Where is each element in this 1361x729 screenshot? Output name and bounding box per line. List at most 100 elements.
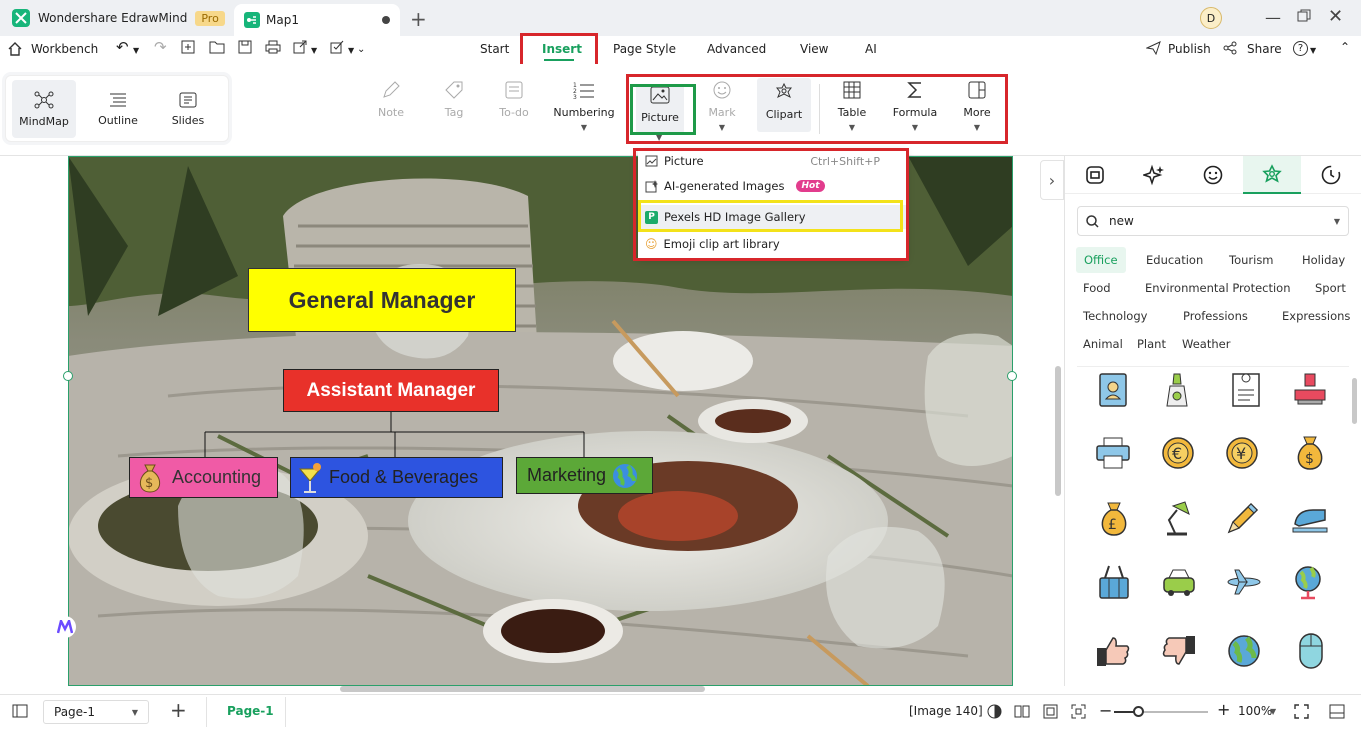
zoom-level[interactable]: 100% <box>1238 704 1272 718</box>
status-divider <box>206 697 207 727</box>
dollar-bag-icon[interactable]: $ <box>1293 434 1327 472</box>
general-manager-text: General Manager <box>288 286 476 313</box>
pexels-highlight <box>638 200 903 232</box>
category-professions[interactable]: Professions <box>1183 309 1248 323</box>
format-panel-icon[interactable] <box>1085 165 1105 185</box>
expand-panel-chevron-icon[interactable]: › <box>1040 160 1064 200</box>
accounting-text: Accounting <box>172 467 262 487</box>
euro-coin-icon[interactable]: € <box>1161 436 1195 470</box>
panel-scrollbar[interactable] <box>1352 378 1357 424</box>
desk-globe-icon[interactable] <box>1291 564 1325 600</box>
status-bar: Page-1 ▼ + Page-1 [Image 140] − + 100% ▼ <box>0 694 1361 729</box>
clipart-panel-icon <box>1262 164 1282 183</box>
yen-coin-icon[interactable]: ¥ <box>1225 436 1259 470</box>
fullscreen-icon[interactable] <box>1294 704 1309 719</box>
search-icon <box>1086 214 1099 228</box>
assistant-manager-text: Assistant Manager <box>306 379 476 401</box>
vertical-scrollbar[interactable] <box>1055 366 1061 496</box>
svg-text:€: € <box>1172 444 1182 463</box>
page-select-chevron-icon: ▼ <box>131 707 138 717</box>
ai-sparkle-icon[interactable] <box>1143 164 1165 186</box>
pound-bag-icon[interactable]: £ <box>1097 500 1131 538</box>
clipart-panel-tab[interactable] <box>1243 156 1301 194</box>
search-dropdown-icon[interactable]: ▼ <box>1334 217 1340 226</box>
category-food[interactable]: Food <box>1083 281 1111 295</box>
clipart-search-input[interactable]: new ▼ <box>1077 206 1349 236</box>
close-icon[interactable]: ✕ <box>1328 6 1343 27</box>
zoom-dropdown-icon[interactable]: ▼ <box>1270 707 1276 716</box>
svg-text:$: $ <box>1305 451 1314 467</box>
svg-text:$: $ <box>145 476 153 491</box>
image-info: [Image 140] <box>909 704 983 718</box>
category-technology[interactable]: Technology <box>1083 309 1147 323</box>
category-expressions[interactable]: Expressions <box>1282 309 1350 323</box>
minimize-icon[interactable]: — <box>1265 8 1281 27</box>
share-icon[interactable] <box>1223 41 1237 55</box>
page-select[interactable]: Page-1 ▼ <box>43 700 149 724</box>
page-select-value: Page-1 <box>54 705 96 719</box>
publish-button[interactable]: Publish <box>1168 42 1211 56</box>
thumbs-up-icon[interactable] <box>1095 634 1131 668</box>
theme-icon[interactable] <box>987 704 1002 719</box>
topic-accounting[interactable]: $ Accounting <box>129 457 278 498</box>
search-value: new <box>1109 214 1134 228</box>
earth-icon[interactable] <box>1227 634 1261 668</box>
category-office[interactable]: Office <box>1076 247 1126 273</box>
mindmap-connectors <box>204 412 585 457</box>
fit-page-icon[interactable] <box>1043 704 1058 719</box>
collapse-ribbon-icon[interactable]: ⌃ <box>1340 40 1350 54</box>
glue-icon[interactable] <box>1161 372 1193 408</box>
binder-clip-icon[interactable] <box>1097 564 1131 600</box>
ai-assistant-icon[interactable] <box>54 616 76 638</box>
restore-icon[interactable] <box>1297 9 1311 23</box>
category-plant[interactable]: Plant <box>1137 337 1166 351</box>
panel-divider <box>1077 366 1349 367</box>
globe-icon <box>612 463 638 489</box>
clipart-panel: new ▼ Office Education Tourism Holiday F… <box>1064 156 1361 686</box>
publish-icon[interactable] <box>1146 41 1161 55</box>
document-icon[interactable] <box>1230 370 1262 408</box>
panel-layout-icon[interactable] <box>1329 704 1345 719</box>
printer-icon[interactable] <box>1095 436 1131 470</box>
category-weather[interactable]: Weather <box>1182 337 1230 351</box>
history-icon[interactable] <box>1321 165 1341 185</box>
status-divider <box>285 697 286 727</box>
fit-screen-icon[interactable] <box>1071 704 1086 719</box>
stapler-icon[interactable] <box>1291 502 1329 534</box>
mark-panel-icon[interactable] <box>1203 165 1223 185</box>
book-view-icon[interactable] <box>1014 704 1030 718</box>
toggle-sidebar-icon[interactable] <box>12 704 28 718</box>
zoom-out-icon[interactable]: − <box>1099 701 1112 720</box>
pencil-icon[interactable] <box>1225 500 1261 536</box>
stamp-icon[interactable] <box>1292 372 1328 408</box>
topic-food-beverages[interactable]: Food & Beverages <box>290 457 503 498</box>
zoom-slider-handle[interactable] <box>1133 706 1144 717</box>
category-tourism[interactable]: Tourism <box>1229 253 1274 267</box>
svg-text:¥: ¥ <box>1236 444 1246 463</box>
add-page-icon[interactable]: + <box>170 698 187 722</box>
topic-marketing[interactable]: Marketing <box>516 457 653 494</box>
share-button[interactable]: Share <box>1247 42 1282 56</box>
computer-mouse-icon[interactable] <box>1297 632 1325 670</box>
topic-assistant-manager[interactable]: Assistant Manager <box>283 369 499 412</box>
food-beverages-text: Food & Beverages <box>329 467 479 487</box>
category-animal[interactable]: Animal <box>1083 337 1123 351</box>
airplane-icon[interactable] <box>1225 566 1263 598</box>
page-tab[interactable]: Page-1 <box>227 704 274 718</box>
category-holiday[interactable]: Holiday <box>1302 253 1345 267</box>
zoom-in-icon[interactable]: + <box>1217 700 1230 719</box>
horizontal-scrollbar[interactable] <box>340 686 705 692</box>
topic-general-manager[interactable]: General Manager <box>248 268 516 332</box>
desk-lamp-icon[interactable] <box>1161 500 1195 536</box>
avatar[interactable]: D <box>1200 7 1222 29</box>
help-icon[interactable]: ? <box>1293 41 1308 56</box>
thumbs-down-icon[interactable] <box>1161 634 1197 668</box>
cocktail-icon <box>297 461 323 495</box>
id-badge-icon[interactable] <box>1097 372 1129 408</box>
category-education[interactable]: Education <box>1146 253 1203 267</box>
category-environmental-protection[interactable]: Environmental Protection <box>1145 281 1291 295</box>
marketing-text: Marketing <box>527 465 607 485</box>
category-sport[interactable]: Sport <box>1315 281 1346 295</box>
help-dropdown-icon[interactable]: ▼ <box>1310 46 1316 55</box>
car-icon[interactable] <box>1161 566 1197 598</box>
